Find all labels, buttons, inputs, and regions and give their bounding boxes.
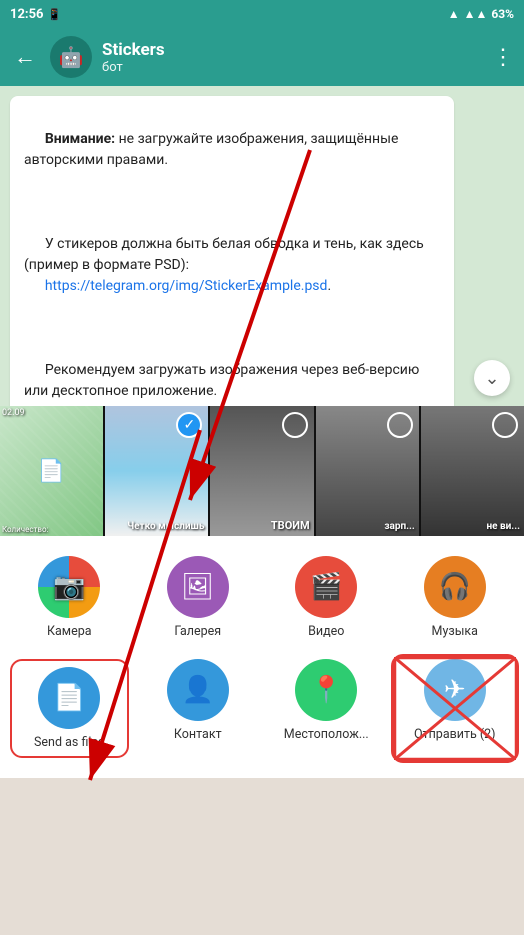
icons-row-2: 📄 Send as files 👤 Контакт 📍 Местополож..… <box>0 649 524 778</box>
music-icon: 🎧 <box>424 556 486 618</box>
chat-area: Внимание: не загружайте изображения, защ… <box>0 86 524 406</box>
camera-label: Камера <box>47 624 92 639</box>
gallery-label: Галерея <box>174 624 221 639</box>
status-right: ▲ ▲▲ 63% <box>448 7 514 21</box>
send-icon-item[interactable]: ✈ Отправить (2) <box>396 659 515 758</box>
back-button[interactable]: ← <box>10 40 40 74</box>
contact-icon-item[interactable]: 👤 Контакт <box>139 659 258 758</box>
chat-title: Stickers <box>102 40 482 60</box>
photo-label-4: зарп... <box>384 521 414 532</box>
scroll-down-button[interactable]: ⌄ <box>474 360 510 396</box>
gallery-icon: 🖼 <box>167 556 229 618</box>
photo-strip: 02.09 Количество: 📄 ✓ Четко мыслишь ТВОИ… <box>0 406 524 536</box>
photo-item-1[interactable]: 02.09 Количество: 📄 <box>0 406 103 536</box>
contact-icon: 👤 <box>167 659 229 721</box>
video-icon-item[interactable]: 🎬 Видео <box>267 556 386 639</box>
status-bar: 12:56 📱 ▲ ▲▲ 63% <box>0 0 524 28</box>
video-label: Видео <box>308 624 344 639</box>
time-display: 12:56 <box>10 7 44 22</box>
photo-date-1: 02.09 <box>2 408 25 418</box>
photo-item-3[interactable]: ТВОИМ <box>210 406 313 536</box>
icons-grid-1: 📷 Камера 🖼 Галерея 🎬 Видео 🎧 Музыка <box>10 556 514 639</box>
chat-bubble: Внимание: не загружайте изображения, защ… <box>10 96 454 406</box>
chat-subtitle: бот <box>102 60 482 75</box>
location-icon-item[interactable]: 📍 Местополож... <box>267 659 386 758</box>
chat-header: ← 🤖 Stickers бот ⋮ <box>0 28 524 86</box>
photo-label-2: Четко мыслишь <box>127 521 204 532</box>
photo-check-4 <box>387 412 413 438</box>
photo-check-3 <box>282 412 308 438</box>
photo-item-4[interactable]: зарп... <box>316 406 419 536</box>
send-icon: ✈ <box>424 659 486 721</box>
signal-icon: ▲▲ <box>464 7 488 21</box>
wifi-icon: ▲ <box>448 7 460 21</box>
more-options-button[interactable]: ⋮ <box>492 45 514 70</box>
photo-sub-1: Количество: <box>2 525 48 534</box>
icons-row-1: 📷 Камера 🖼 Галерея 🎬 Видео 🎧 Музыка <box>0 536 524 649</box>
music-icon-item[interactable]: 🎧 Музыка <box>396 556 515 639</box>
chevron-down-icon: ⌄ <box>484 368 499 389</box>
contact-label: Контакт <box>174 727 222 742</box>
gallery-icon-item[interactable]: 🖼 Галерея <box>139 556 258 639</box>
photo-label-3: ТВОИМ <box>271 519 310 532</box>
location-label: Местополож... <box>284 727 369 742</box>
music-label: Музыка <box>432 624 478 639</box>
photo-label-5: не ви... <box>486 521 520 532</box>
header-info: Stickers бот <box>102 40 482 75</box>
video-icon: 🎬 <box>295 556 357 618</box>
send-label: Отправить (2) <box>414 727 496 742</box>
photo-check-5 <box>492 412 518 438</box>
photo-item-5[interactable]: не ви... <box>421 406 524 536</box>
battery-text: 63% <box>491 7 514 21</box>
chat-text: Внимание: не загружайте изображения, защ… <box>24 108 440 406</box>
location-icon: 📍 <box>295 659 357 721</box>
send-as-files-label: Send as files <box>34 735 105 750</box>
send-as-files-icon-item[interactable]: 📄 Send as files <box>10 659 129 758</box>
photo-item-2[interactable]: ✓ Четко мыслишь <box>105 406 208 536</box>
avatar: 🤖 <box>50 36 92 78</box>
status-left: 12:56 📱 <box>10 7 61 22</box>
psd-link[interactable]: https://telegram.org/img/StickerExample.… <box>45 278 328 294</box>
camera-icon-item[interactable]: 📷 Камера <box>10 556 129 639</box>
camera-icon: 📷 <box>38 556 100 618</box>
send-as-files-icon: 📄 <box>38 667 100 729</box>
notification-icon: 📱 <box>48 8 62 21</box>
avatar-emoji: 🤖 <box>59 45 84 69</box>
